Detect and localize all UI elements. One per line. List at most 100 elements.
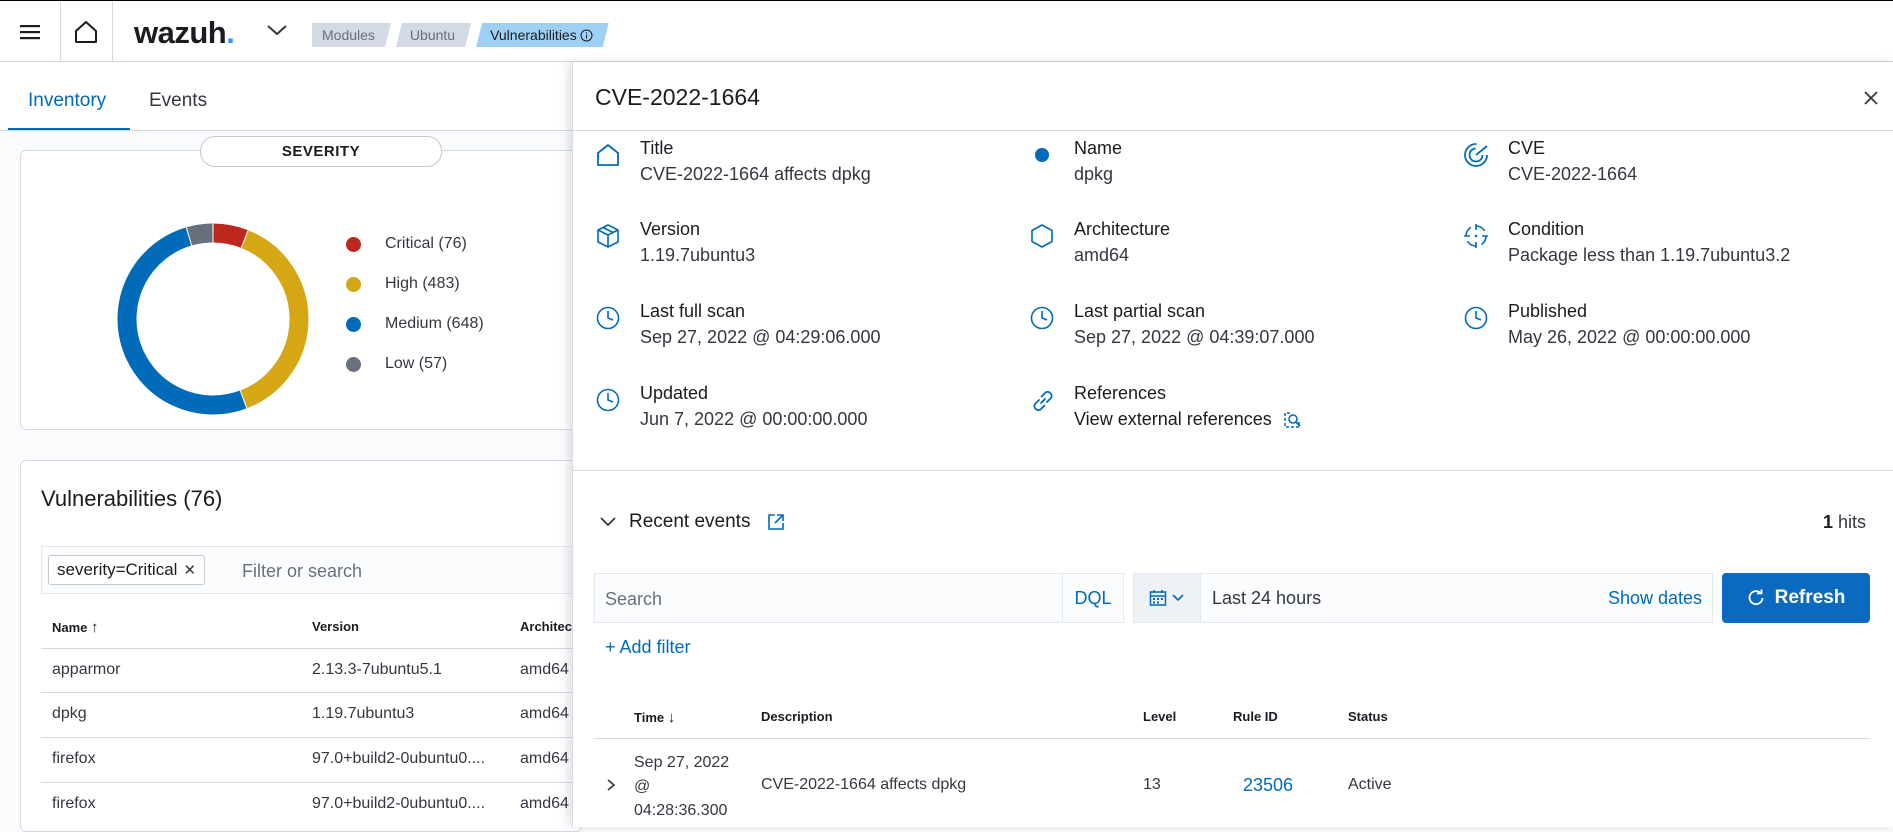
sort-ascending-icon: ↑ bbox=[91, 619, 99, 636]
severity-legend: Critical (76) High (483) Medium (648) Lo… bbox=[346, 224, 484, 384]
cell-time-date: Sep 27, 2022 bbox=[634, 754, 730, 771]
home-icon bbox=[597, 144, 619, 166]
radar-icon bbox=[1464, 143, 1488, 167]
breadcrumb-vulnerabilities: Vulnerabilities bbox=[476, 23, 609, 47]
vulnerabilities-filter-bar[interactable]: severity=Critical ✕ Filter or search bbox=[41, 546, 581, 594]
column-header-status[interactable]: Status bbox=[1348, 709, 1388, 724]
cell-architecture: amd64 bbox=[520, 705, 569, 722]
detail-name-value: dpkg bbox=[1074, 164, 1114, 184]
app-menu-dropdown[interactable] bbox=[266, 23, 288, 42]
table-row[interactable]: apparmor 2.13.3-7ubuntu5.1 amd64 bbox=[41, 648, 581, 693]
close-flyout-button[interactable] bbox=[1863, 90, 1879, 111]
detail-architecture-label: Architecture bbox=[1074, 219, 1171, 239]
cell-version: 97.0+build2-0ubuntu0.... bbox=[312, 750, 486, 767]
detail-condition-value: Package less than 1.19.7ubuntu3.2 bbox=[1508, 245, 1791, 265]
package-icon bbox=[597, 224, 619, 248]
column-header-time[interactable]: Time ↓ bbox=[634, 709, 675, 726]
detail-updated-value: Jun 7, 2022 @ 00:00:00.000 bbox=[640, 409, 868, 429]
events-search-input[interactable]: Search DQL bbox=[594, 573, 1124, 623]
filter-chip-label: severity=Critical bbox=[57, 560, 178, 579]
column-header-description[interactable]: Description bbox=[761, 709, 833, 724]
hits-count: 1 hits bbox=[1823, 512, 1866, 533]
expand-row-icon[interactable] bbox=[605, 778, 617, 792]
detail-version-value: 1.19.7ubuntu3 bbox=[640, 245, 756, 265]
info-icon[interactable] bbox=[580, 29, 593, 42]
breadcrumb-modules[interactable]: Modules bbox=[312, 23, 391, 47]
column-header-architecture[interactable]: Architec bbox=[520, 619, 572, 634]
donut-slice-low[interactable] bbox=[186, 223, 213, 246]
legend-item-high[interactable]: High (483) bbox=[346, 264, 484, 304]
donut-slice-medium[interactable] bbox=[117, 227, 247, 415]
link-icon bbox=[1033, 391, 1053, 411]
home-icon bbox=[75, 20, 97, 43]
breadcrumb-agent[interactable]: Ubuntu bbox=[396, 23, 471, 47]
detail-last-full-scan-label: Last full scan bbox=[640, 301, 746, 321]
dql-toggle-button[interactable]: DQL bbox=[1062, 574, 1123, 622]
legend-label-low: Low (57) bbox=[385, 355, 448, 372]
tab-events[interactable]: Events bbox=[149, 90, 207, 112]
legend-label-medium: Medium (648) bbox=[385, 315, 484, 332]
column-header-rule-id[interactable]: Rule ID bbox=[1233, 709, 1278, 724]
filter-chip-severity[interactable]: severity=Critical ✕ bbox=[48, 555, 206, 585]
search-placeholder: Search bbox=[605, 589, 663, 609]
logo-dot: . bbox=[226, 15, 235, 50]
cell-version: 2.13.3-7ubuntu5.1 bbox=[312, 661, 442, 678]
clock-icon bbox=[1464, 306, 1488, 330]
legend-dot-medium bbox=[346, 316, 361, 332]
legend-item-critical[interactable]: Critical (76) bbox=[346, 224, 484, 264]
detail-condition-label: Condition bbox=[1508, 219, 1585, 239]
detail-references-label: References bbox=[1074, 383, 1167, 403]
hexagon-icon bbox=[1031, 224, 1053, 248]
detail-updated-label: Updated bbox=[640, 383, 709, 403]
external-link-icon[interactable] bbox=[766, 512, 786, 532]
dot-icon bbox=[1035, 148, 1049, 162]
cell-time-clock: 04:28:36.300 bbox=[634, 802, 728, 819]
cell-name: apparmor bbox=[52, 661, 121, 678]
view-external-references-link[interactable]: View external references bbox=[1074, 409, 1302, 430]
column-header-level[interactable]: Level bbox=[1143, 709, 1176, 724]
chevron-down-icon bbox=[267, 25, 287, 36]
table-row[interactable]: dpkg 1.19.7ubuntu3 amd64 bbox=[41, 692, 581, 737]
rule-id-link[interactable]: 23506 bbox=[1243, 775, 1293, 796]
recent-events-toggle[interactable]: Recent events bbox=[599, 511, 786, 533]
view-external-references-label: View external references bbox=[1074, 409, 1272, 429]
menu-toggle-button[interactable] bbox=[0, 1, 61, 62]
refresh-icon bbox=[1748, 589, 1764, 606]
cell-name: firefox bbox=[52, 795, 96, 812]
refresh-label: Refresh bbox=[1774, 587, 1846, 608]
show-dates-link[interactable]: Show dates bbox=[1608, 588, 1702, 609]
cell-version: 97.0+build2-0ubuntu0.... bbox=[312, 795, 486, 812]
severity-card-title: SEVERITY bbox=[200, 136, 442, 167]
quick-date-menu-button[interactable] bbox=[1134, 574, 1201, 622]
detail-title-label: Title bbox=[640, 138, 674, 158]
table-row[interactable]: firefox 97.0+build2-0ubuntu0.... amd64 bbox=[41, 737, 581, 782]
legend-item-medium[interactable]: Medium (648) bbox=[346, 304, 484, 344]
cell-time: Sep 27, 2022 @ 04:28:36.300 bbox=[634, 751, 729, 823]
column-header-version[interactable]: Version bbox=[312, 619, 359, 634]
legend-item-low[interactable]: Low (57) bbox=[346, 344, 484, 384]
vulnerability-details-flyout: CVE-2022-1664 Title CVE-2022-1664 affect… bbox=[572, 62, 1893, 827]
column-header-name[interactable]: Name ↑ bbox=[52, 619, 99, 636]
tab-inventory[interactable]: Inventory bbox=[28, 90, 106, 112]
events-table-header-divider bbox=[594, 738, 1870, 739]
donut-slice-critical[interactable] bbox=[213, 223, 248, 248]
add-filter-button[interactable]: + Add filter bbox=[605, 637, 691, 658]
hamburger-menu-icon bbox=[20, 24, 40, 39]
refresh-button[interactable]: Refresh bbox=[1722, 573, 1870, 623]
table-row[interactable]: firefox 97.0+build2-0ubuntu0.... amd64 bbox=[41, 782, 581, 827]
calendar-icon bbox=[1149, 590, 1167, 606]
home-button[interactable] bbox=[60, 1, 113, 62]
date-picker: Last 24 hours Show dates bbox=[1133, 573, 1713, 623]
cell-time-at: @ bbox=[634, 778, 651, 795]
remove-filter-icon[interactable]: ✕ bbox=[183, 562, 196, 579]
recent-events-label: Recent events bbox=[629, 511, 751, 532]
vulnerabilities-title: Vulnerabilities (76) bbox=[41, 486, 223, 511]
detail-last-full-scan-value: Sep 27, 2022 @ 04:29:06.000 bbox=[640, 327, 881, 347]
date-range-value[interactable]: Last 24 hours bbox=[1212, 588, 1321, 609]
filter-search-input[interactable]: Filter or search bbox=[242, 561, 362, 582]
legend-dot-critical bbox=[346, 236, 361, 252]
hits-label: hits bbox=[1838, 512, 1867, 532]
wazuh-logo[interactable]: wazuh. bbox=[134, 15, 235, 51]
legend-label-critical: Critical (76) bbox=[385, 235, 467, 252]
donut-slice-high[interactable] bbox=[240, 230, 309, 409]
